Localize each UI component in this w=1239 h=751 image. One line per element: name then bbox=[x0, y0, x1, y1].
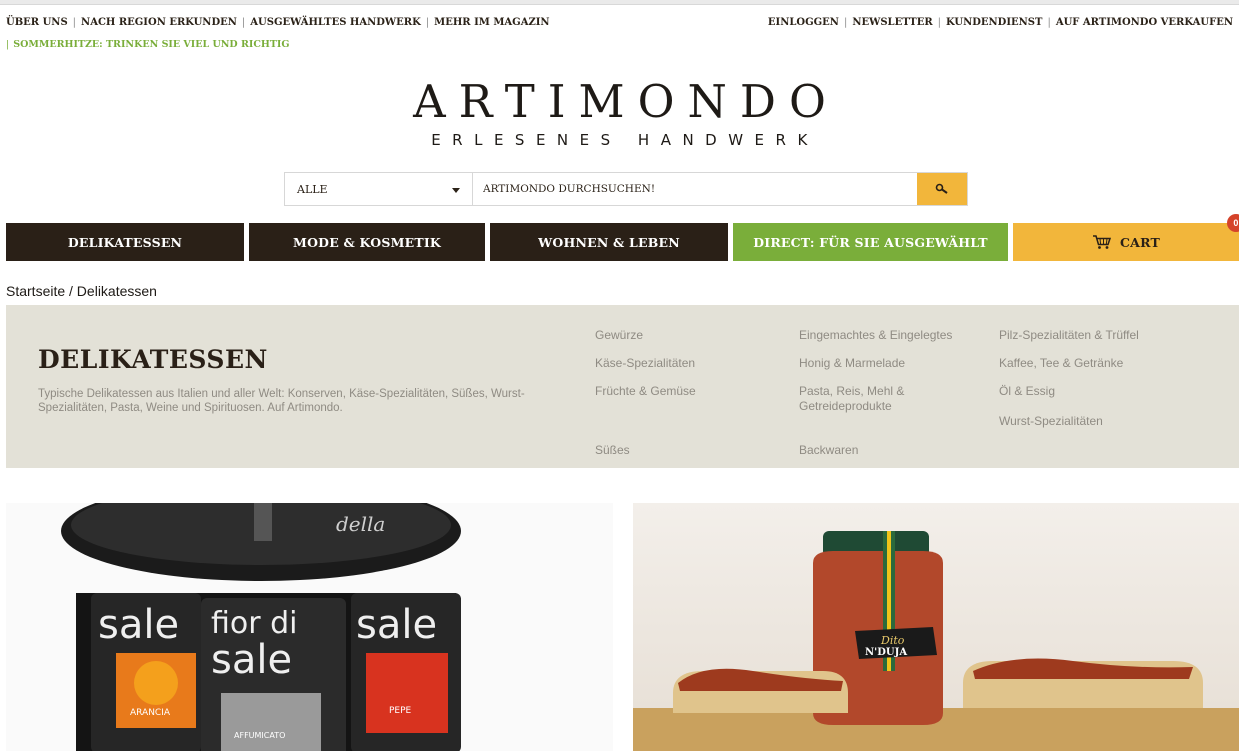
category-title: DELIKATESSEN bbox=[38, 345, 268, 374]
cart-button[interactable]: CART 0 bbox=[1013, 214, 1239, 261]
login-link[interactable]: EINLOGGEN bbox=[768, 17, 839, 28]
search-input[interactable] bbox=[473, 173, 917, 205]
promo-tile-salt[interactable]: della sale ARANCIA fior di sale AFFUMICA… bbox=[6, 503, 613, 751]
subcategory-link[interactable]: Wurst-Spezialitäten bbox=[999, 414, 1103, 429]
salt-jars-photo: della sale ARANCIA fior di sale AFFUMICA… bbox=[6, 503, 613, 751]
subcategory-link[interactable]: Kaffee, Tee & Getränke bbox=[999, 356, 1123, 371]
jar-label-text: fior di bbox=[211, 606, 298, 641]
jar-label-text: sale bbox=[356, 602, 437, 648]
subcategory-link[interactable]: Eingemachtes & Eingelegtes bbox=[799, 328, 952, 343]
nav-wohnen-leben[interactable]: WOHNEN & LEBEN bbox=[490, 223, 728, 261]
utility-nav-right: EINLOGGEN | NEWSLETTER | KUNDENDIENST | AUF AR… bbox=[768, 17, 1233, 28]
jar-flavor-text: AFFUMICATO bbox=[234, 731, 285, 740]
top-rule bbox=[0, 0, 1239, 5]
promo-link[interactable]: | SOMMERHITZE: TRINKEN SIE VIEL UND RICHT… bbox=[6, 39, 289, 50]
subcategory-link[interactable]: Süßes bbox=[595, 443, 630, 458]
jar-flavor-text: PEPE bbox=[389, 706, 412, 716]
utility-nav-left: ÜBER UNS | NACH REGION ERKUNDEN | AUSGEWÄHLT… bbox=[6, 17, 550, 28]
separator: | bbox=[1047, 17, 1051, 28]
jar-brand-text: Dito bbox=[880, 634, 905, 647]
newsletter-link[interactable]: NEWSLETTER bbox=[852, 17, 932, 28]
nduja-photo: Dito N'DUJA bbox=[633, 503, 1239, 751]
lid-text: della bbox=[336, 512, 385, 536]
sell-on-artimondo-link[interactable]: AUF ARTIMONDO VERKAUFEN bbox=[1056, 17, 1233, 28]
cart-label: CART bbox=[1120, 234, 1160, 250]
separator: | bbox=[843, 17, 848, 28]
subcategory-link[interactable]: Pasta, Reis, Mehl & Getreideprodukte bbox=[799, 384, 949, 414]
logo-wordmark: ARTIMONDO bbox=[413, 75, 839, 128]
cart-count-badge: 0 bbox=[1227, 214, 1239, 232]
jar-label-text: sale bbox=[211, 637, 292, 683]
subcategory-link[interactable]: Honig & Marmelade bbox=[799, 356, 905, 371]
subcategory-link[interactable]: Backwaren bbox=[799, 443, 858, 458]
main-nav: DELIKATESSEN MODE & KOSMETIK WOHNEN & LE… bbox=[6, 214, 1239, 261]
subcategory-link[interactable]: Öl & Essig bbox=[999, 384, 1055, 399]
logo-tagline: ERLESENES HANDWERK bbox=[431, 131, 819, 149]
cart-icon bbox=[1093, 235, 1112, 249]
subcategory-link[interactable]: Früchte & Gemüse bbox=[595, 384, 696, 399]
separator: | bbox=[425, 17, 430, 28]
breadcrumb: Startseite / Delikatessen bbox=[6, 283, 157, 299]
utility-nav: ÜBER UNS | NACH REGION ERKUNDEN | AUSGEWÄHLT… bbox=[0, 17, 1239, 31]
separator: | bbox=[937, 17, 942, 28]
breadcrumb-text[interactable]: Startseite / Delikatessen bbox=[6, 283, 157, 299]
subcategory-link[interactable]: Käse-Spezialitäten bbox=[595, 356, 695, 371]
utility-link-region[interactable]: NACH REGION ERKUNDEN bbox=[81, 17, 237, 28]
site-logo[interactable]: ARTIMONDO ERLESENES HANDWERK bbox=[0, 75, 1239, 150]
separator: | bbox=[72, 17, 77, 28]
search-category-select[interactable]: ALLE bbox=[285, 173, 473, 205]
search-icon bbox=[935, 183, 948, 194]
subcategory-link[interactable]: Gewürze bbox=[595, 328, 643, 343]
nav-mode-kosmetik[interactable]: MODE & KOSMETIK bbox=[249, 223, 485, 261]
search-bar: ALLE bbox=[284, 172, 968, 206]
nav-direct[interactable]: DIRECT: FÜR SIE AUSGEWÄHLT bbox=[733, 223, 1008, 261]
search-button[interactable] bbox=[917, 173, 967, 205]
category-panel: DELIKATESSEN Typische Delikatessen aus I… bbox=[6, 305, 1239, 468]
jar-label-text: sale bbox=[98, 602, 179, 648]
separator: | bbox=[241, 17, 246, 28]
subcategory-link[interactable]: Pilz-Spezialitäten & Trüffel bbox=[999, 328, 1139, 343]
caret-down-icon bbox=[452, 188, 460, 193]
category-description: Typische Delikatessen aus Italien und al… bbox=[38, 388, 525, 414]
search-category-value: ALLE bbox=[297, 183, 328, 196]
separator: | bbox=[6, 39, 10, 50]
promo-tile-nduja[interactable]: Dito N'DUJA bbox=[633, 503, 1239, 751]
customer-service-link[interactable]: KUNDENDIENST bbox=[946, 17, 1042, 28]
utility-link-ueber-uns[interactable]: ÜBER UNS bbox=[6, 17, 68, 28]
promo-text: SOMMERHITZE: TRINKEN SIE VIEL UND RICHTI… bbox=[13, 39, 290, 50]
utility-link-magazin[interactable]: MEHR IM MAGAZIN bbox=[434, 17, 549, 28]
nav-delikatessen[interactable]: DELIKATESSEN bbox=[6, 223, 244, 261]
jar-flavor-text: ARANCIA bbox=[130, 708, 171, 718]
utility-link-handwerk[interactable]: AUSGEWÄHLTES HANDWERK bbox=[250, 17, 421, 28]
jar-product-text: N'DUJA bbox=[865, 647, 907, 658]
